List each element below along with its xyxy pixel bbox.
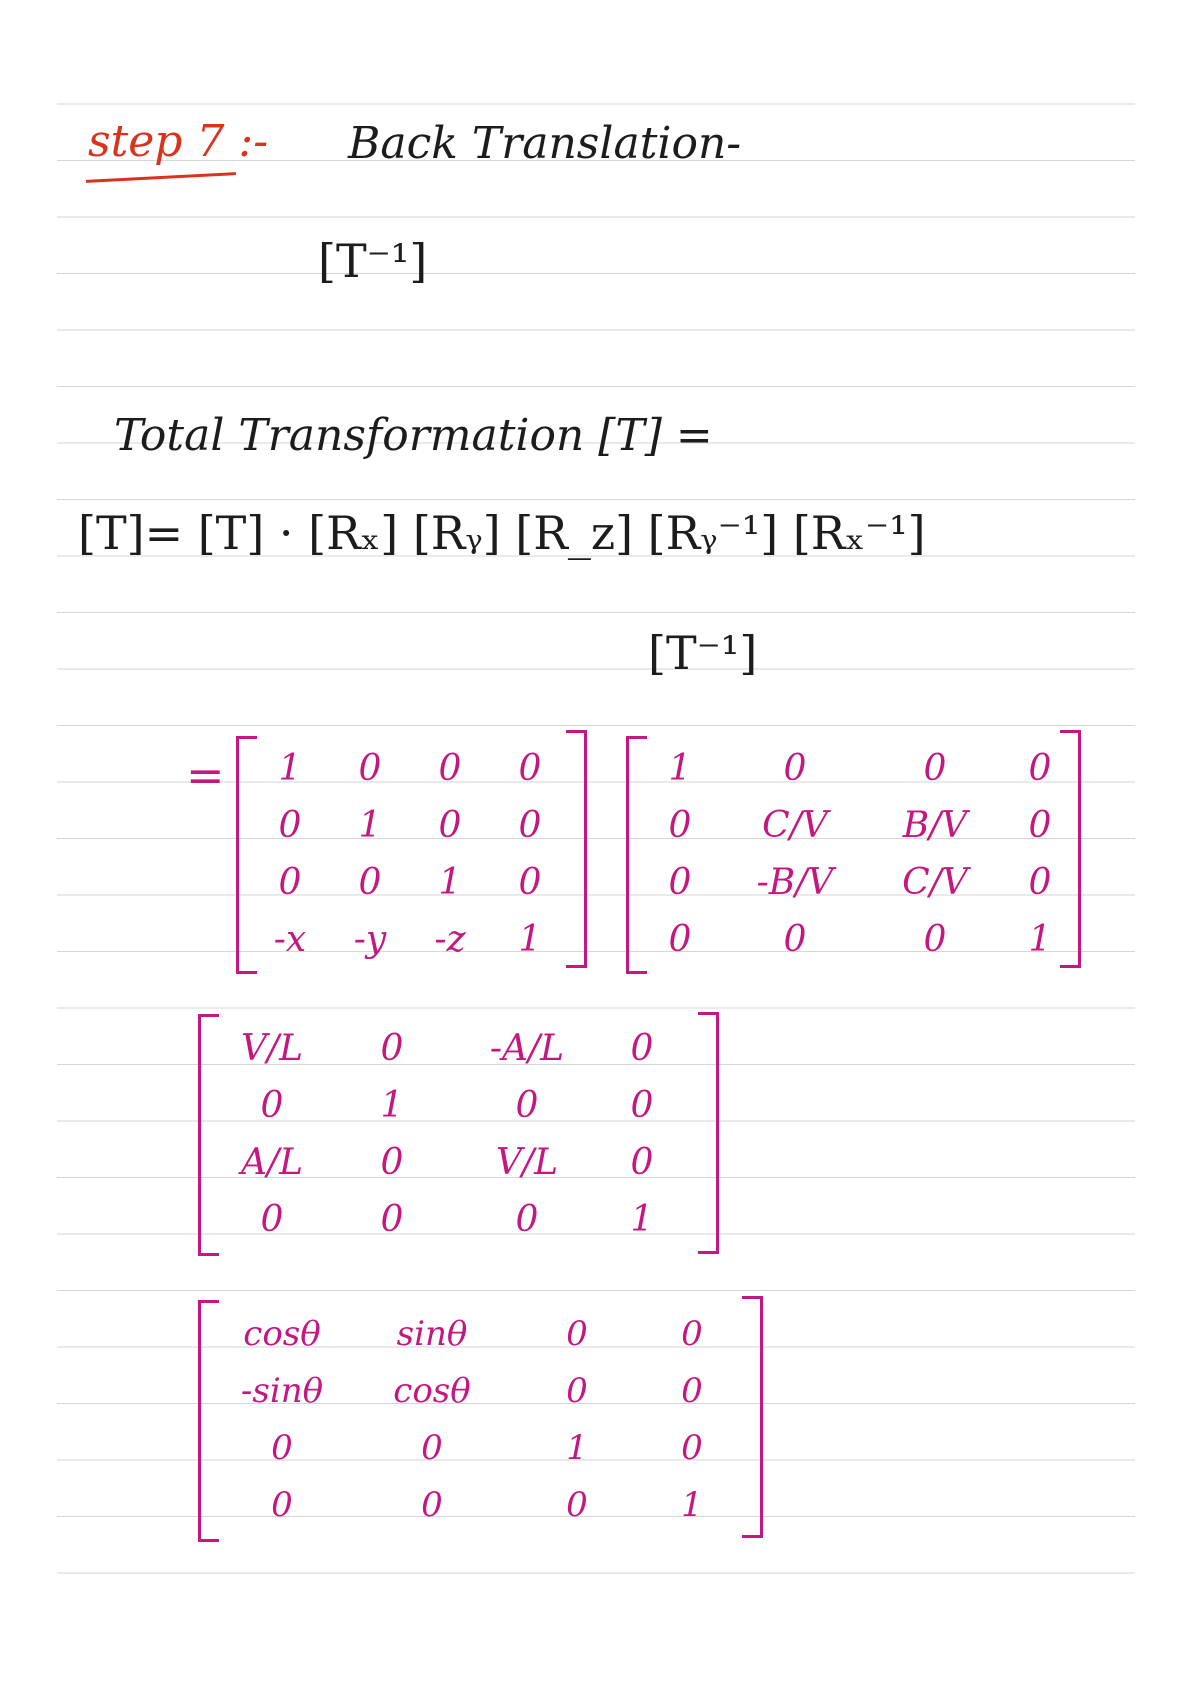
matrix-cell: 0 [668,862,692,903]
matrix-cell: 0 [278,862,302,903]
matrix-cell: 0 [515,1199,539,1240]
matrix-cell: 1 [278,748,302,789]
matrix-cell: -sinθ [240,1370,324,1411]
note-page: step 7 :- Back Translation- [T⁻¹] Total … [0,0,1190,1683]
rz-matrix: cosθ sinθ 0 0 -sinθ cosθ 0 0 0 0 1 0 0 0 0 1 [212,1305,742,1535]
matrix-cell: 0 [923,919,947,960]
matrix-cell: 0 [421,1427,443,1468]
equals-sign: = [186,748,225,802]
matrix-cell: 1 [518,919,542,960]
matrix-cell: A/L [240,1142,304,1183]
matrix-cell: 0 [380,1199,404,1240]
matrix-cell: 0 [518,805,542,846]
matrix-cell: 0 [358,748,382,789]
matrix-cell: 0 [681,1427,703,1468]
matrix-cell: 1 [358,805,382,846]
matrix-cell: -z [434,919,466,960]
matrix-cell: cosθ [243,1313,321,1354]
matrix-cell: 1 [630,1199,654,1240]
matrix-cell: -y [353,919,387,960]
matrix-cell: 0 [380,1028,404,1069]
matrix-cell: cosθ [393,1370,471,1411]
matrix-cell: 0 [630,1028,654,1069]
matrix-cell: 0 [260,1199,284,1240]
matrix-cell: 0 [1028,862,1052,903]
matrix-cell: 0 [421,1484,443,1525]
t-inverse-label: [T⁻¹] [318,234,428,288]
matrix-cell: 0 [358,862,382,903]
matrix-cell: C/V [762,805,828,846]
matrix-cell: 0 [630,1142,654,1183]
matrix-cell: 0 [260,1085,284,1126]
matrix-cell: B/V [902,805,968,846]
matrix-cell: 0 [566,1484,588,1525]
matrix-cell: 0 [923,748,947,789]
matrix-cell: 0 [630,1085,654,1126]
matrix-cell: 0 [783,919,807,960]
matrix-cell: 0 [783,748,807,789]
heading-title: Back Translation- [348,118,742,169]
matrix-cell: 0 [681,1370,703,1411]
matrix-cell: V/L [240,1028,304,1069]
matrix-cell: 1 [566,1427,588,1468]
matrix-cell: 0 [668,805,692,846]
matrix-cell: 0 [438,748,462,789]
matrix-cell: 0 [1028,748,1052,789]
step-label: step 7 :- [88,116,269,167]
matrix-cell: sinθ [396,1313,468,1354]
matrix-cell: 0 [380,1142,404,1183]
matrix-cell: 0 [668,919,692,960]
matrix-cell: 0 [681,1313,703,1354]
matrix-cell: 1 [668,748,692,789]
equation-tail: [T⁻¹] [648,626,758,680]
matrix-cell: C/V [902,862,968,903]
matrix-bracket-right [1060,730,1081,968]
matrix-cell: 0 [566,1313,588,1354]
matrix-cell: 1 [438,862,462,903]
matrix-cell: 0 [518,862,542,903]
matrix-cell: 1 [1028,919,1052,960]
transformation-equation: [T]= [T] · [Rₓ] [Rᵧ] [R_z] [Rᵧ⁻¹] [Rₓ⁻¹] [78,506,926,560]
translation-matrix: 1 0 0 0 0 1 0 0 0 0 1 0 -x -y -z 1 [250,740,570,970]
matrix-cell: 1 [380,1085,404,1126]
ry-matrix: V/L 0 -A/L 0 0 1 0 0 A/L 0 V/L 0 0 0 0 1 [212,1020,682,1250]
matrix-cell: -B/V [756,862,834,903]
rx-matrix: 1 0 0 0 0 C/V B/V 0 0 -B/V C/V 0 0 0 0 1 [640,740,1080,970]
matrix-cell: 0 [566,1370,588,1411]
matrix-cell: 0 [278,805,302,846]
matrix-bracket-right [698,1012,719,1254]
matrix-cell: 0 [518,748,542,789]
matrix-cell: 0 [515,1085,539,1126]
matrix-cell: -A/L [489,1028,565,1069]
matrix-cell: 0 [1028,805,1052,846]
matrix-cell: 0 [271,1427,293,1468]
matrix-cell: 0 [271,1484,293,1525]
matrix-cell: 1 [681,1484,703,1525]
matrix-cell: 0 [438,805,462,846]
total-transformation-label: Total Transformation [T] = [114,410,713,461]
matrix-bracket-right [566,730,587,968]
matrix-bracket-right [742,1296,763,1538]
matrix-cell: -x [273,919,307,960]
matrix-cell: V/L [495,1142,559,1183]
